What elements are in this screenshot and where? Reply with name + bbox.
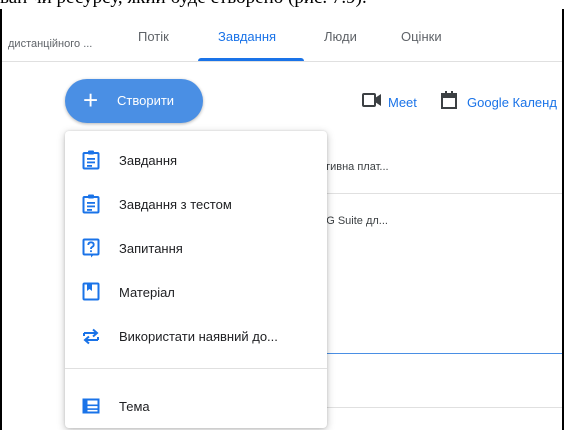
tab-classwork[interactable]: Завдання (218, 29, 276, 44)
menu-item-topic[interactable]: Тема (65, 385, 327, 429)
row-divider (298, 193, 562, 194)
menu-item-assignment[interactable]: Завдання (65, 139, 327, 183)
tab-stream[interactable]: Потік (138, 29, 169, 44)
create-button[interactable]: + Створити (65, 79, 203, 123)
menu-item-quiz-assignment[interactable]: Завдання з тестом (65, 183, 327, 227)
document-caption: ван чи ресурсу, який буде створено (рис.… (0, 0, 566, 9)
create-button-label: Створити (117, 93, 175, 108)
google-calendar-link[interactable]: Google Календ (467, 95, 557, 110)
question-icon (82, 238, 100, 258)
menu-item-question[interactable]: Запитання (65, 227, 327, 271)
top-navigation: дистанційного ... Потік Завдання Люди Оц… (2, 9, 562, 62)
quiz-assignment-icon (82, 194, 100, 214)
menu-item-material[interactable]: Матеріал (65, 271, 327, 315)
tab-people[interactable]: Люди (324, 29, 357, 44)
meet-video-icon[interactable] (362, 93, 382, 107)
focus-line (298, 353, 562, 354)
reuse-post-icon (83, 328, 99, 345)
menu-item-label: Тема (119, 399, 150, 414)
menu-divider (65, 368, 327, 369)
menu-item-label: Використати наявний до... (119, 329, 278, 344)
active-tab-indicator (198, 58, 304, 61)
classroom-window: дистанційного ... Потік Завдання Люди Оц… (0, 9, 564, 430)
menu-item-label: Завдання (119, 153, 178, 168)
tab-grades[interactable]: Оцінки (401, 29, 442, 44)
calendar-icon[interactable] (441, 91, 457, 109)
material-icon (82, 282, 100, 301)
row-divider-bottom (298, 407, 562, 408)
plus-icon: + (83, 85, 99, 115)
breadcrumb[interactable]: дистанційного ... (8, 38, 92, 50)
menu-item-label: Запитання (119, 241, 183, 256)
menu-item-label: Завдання з тестом (119, 197, 232, 212)
assignment-icon (82, 150, 100, 170)
create-dropdown-menu: Завдання Завдання з тестом Запитання Мат… (65, 131, 327, 428)
menu-item-label: Матеріал (119, 285, 175, 300)
menu-item-reuse-post[interactable]: Використати наявний до... (65, 315, 327, 359)
meet-link[interactable]: Meet (388, 95, 417, 110)
topic-icon (82, 398, 100, 414)
